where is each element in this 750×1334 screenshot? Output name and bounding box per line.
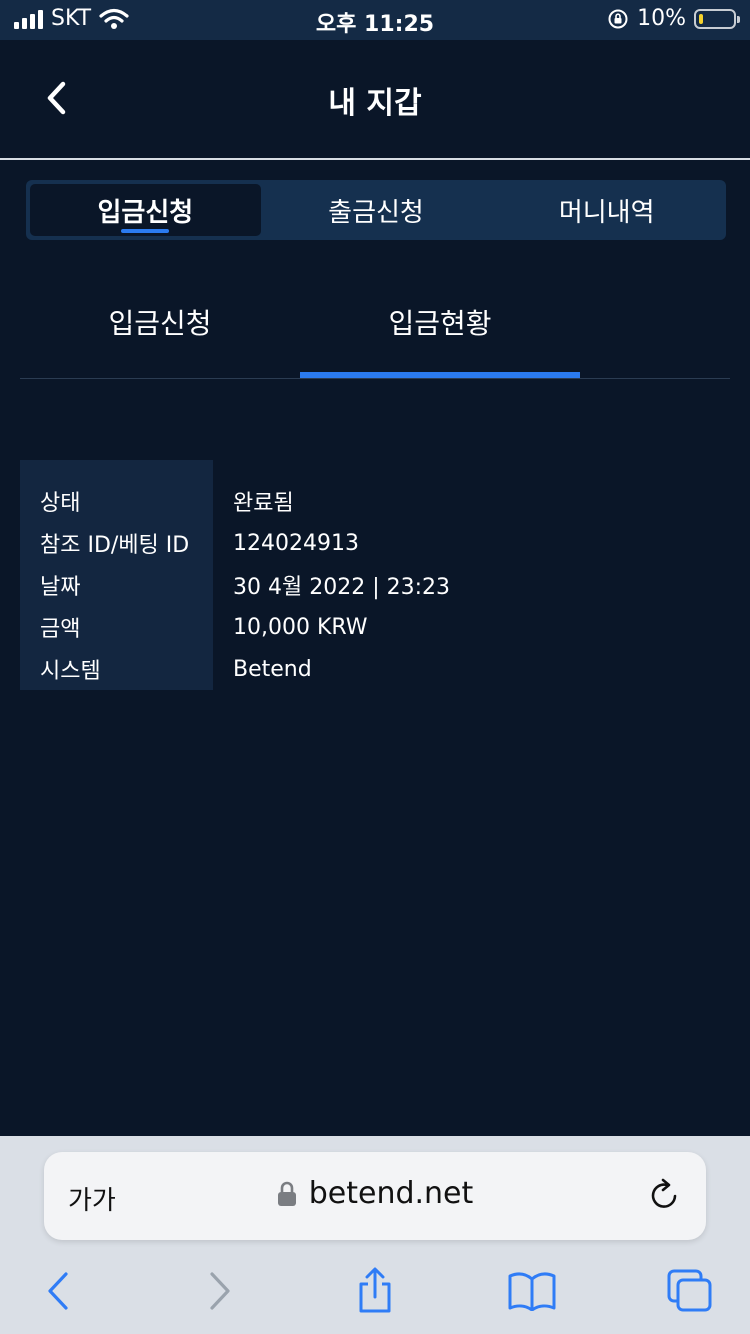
status-value: 완료됨	[233, 491, 294, 516]
orientation-lock-icon	[608, 9, 628, 28]
lock-icon	[277, 1181, 296, 1206]
system-label: 시스템	[40, 659, 101, 684]
tabs-icon	[667, 1269, 712, 1312]
share-button[interactable]	[350, 1266, 400, 1316]
amount-value: 10,000 KRW	[233, 614, 368, 640]
page-header: 내 지갑	[0, 40, 750, 158]
page-title: 내 지갑	[328, 86, 422, 121]
status-bar: SKT 오후 11:25 10%	[0, 0, 750, 40]
url-display[interactable]: betend.net	[44, 1176, 706, 1211]
status-right: 10%	[607, 6, 740, 31]
browser-back-button[interactable]	[33, 1266, 83, 1316]
reload-button[interactable]	[648, 1176, 682, 1216]
tab-money-history[interactable]: 머니내역	[491, 184, 722, 236]
header-divider	[0, 158, 750, 160]
tab-deposit-request[interactable]: 입금신청	[30, 184, 261, 236]
subtab-deposit-status[interactable]: 입금현황	[300, 302, 580, 342]
status-label: 상태	[40, 491, 81, 516]
address-bar[interactable]: 가가 betend.net	[44, 1152, 706, 1240]
url-text: betend.net	[308, 1176, 474, 1211]
chevron-right-icon	[210, 1272, 230, 1310]
system-value: Betend	[233, 656, 312, 682]
tab-withdrawal-request[interactable]: 출금신청	[261, 184, 492, 236]
date-label: 날짜	[40, 575, 81, 600]
chevron-left-icon	[48, 1272, 68, 1310]
deposit-details: 상태 완료됨 참조 ID/베팅 ID 124024913 날짜 30 4월 20…	[20, 460, 730, 690]
browser-forward-button[interactable]	[195, 1266, 245, 1316]
browser-chrome: 가가 betend.net	[0, 1136, 750, 1334]
battery-percent: 10%	[637, 6, 686, 31]
reference-id-value: 124024913	[233, 530, 359, 556]
wallet-tabs: 입금신청 출금신청 머니내역	[26, 180, 726, 240]
reference-id-label: 참조 ID/베팅 ID	[40, 533, 190, 558]
deposit-subtabs: 입금신청 입금현황	[20, 280, 730, 380]
battery-icon	[694, 8, 740, 29]
amount-label: 금액	[40, 617, 81, 642]
tabs-button[interactable]	[665, 1266, 715, 1316]
date-value: 30 4월 2022 | 23:23	[233, 575, 451, 600]
subtab-deposit-request[interactable]: 입금신청	[20, 302, 300, 342]
browser-toolbar	[0, 1266, 750, 1316]
bookmarks-button[interactable]	[507, 1266, 557, 1316]
bookmarks-icon	[508, 1272, 556, 1311]
share-icon	[359, 1267, 391, 1313]
subtab-divider	[20, 378, 730, 379]
reload-icon	[651, 1178, 677, 1208]
